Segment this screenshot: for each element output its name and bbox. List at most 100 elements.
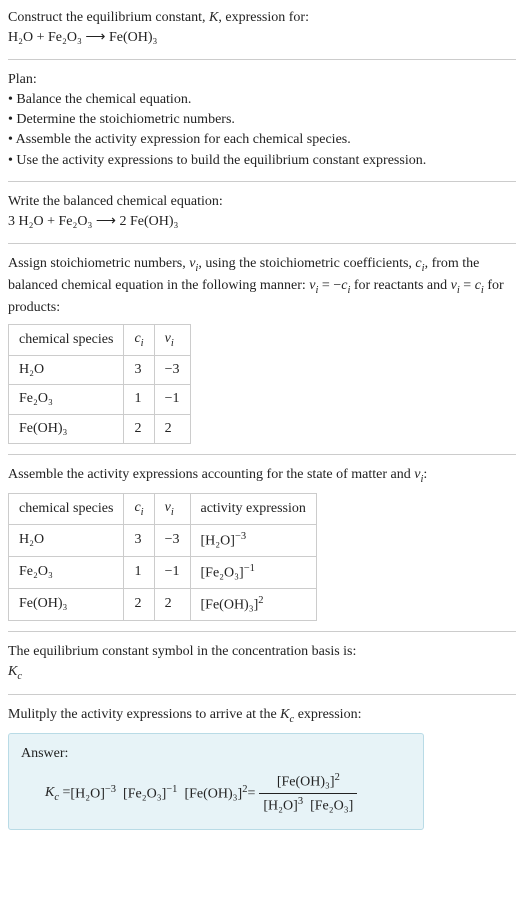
table-row: Fe₂O₃ 1 −1 [Fe₂O₃]−1 xyxy=(9,556,317,588)
species: Fe(OH)₃ xyxy=(205,598,253,613)
cell-nu: −1 xyxy=(154,556,190,588)
answer-box: Answer: Kc = [H₂O]−3 [Fe₂O₃]−1 [Fe(OH)₃]… xyxy=(8,733,424,830)
text: Construct the equilibrium constant, xyxy=(8,10,209,25)
denominator: [H₂O]3 [Fe₂O₃] xyxy=(259,794,357,817)
activity-table: chemical species ci νi activity expressi… xyxy=(8,493,317,621)
cell-nu: 2 xyxy=(154,588,190,620)
species: Fe₂O₃ xyxy=(205,566,239,581)
cell-c: 1 xyxy=(124,385,154,414)
text: Mulitply the activity expressions to arr… xyxy=(8,707,280,722)
text: Assign stoichiometric numbers, xyxy=(8,256,189,271)
cell-c: 3 xyxy=(124,524,154,556)
equals: = xyxy=(247,784,255,804)
exp: −3 xyxy=(235,531,246,542)
cell-c: 1 xyxy=(124,556,154,588)
cell-c: 3 xyxy=(124,356,154,385)
cell-nu: 2 xyxy=(154,414,190,443)
col-nu: νi xyxy=(154,325,190,356)
assemble-text: Assemble the activity expressions accoun… xyxy=(8,465,516,487)
col-species: chemical species xyxy=(9,493,124,524)
text: for reactants and xyxy=(350,278,450,293)
divider xyxy=(8,59,516,60)
species: H₂O xyxy=(205,534,230,549)
table-row: H₂O 3 −3 [H₂O]−3 xyxy=(9,524,317,556)
eq-constant-symbol-text: The equilibrium constant symbol in the c… xyxy=(8,642,516,662)
exp: 3 xyxy=(298,796,303,807)
text: = − xyxy=(318,278,341,293)
exp: 2 xyxy=(258,595,263,606)
table-row: Fe₂O₃ 1 −1 xyxy=(9,385,191,414)
col-activity: activity expression xyxy=(190,493,316,524)
cell-activity: [Fe₂O₃]−1 xyxy=(190,556,316,588)
exp: −3 xyxy=(105,784,116,795)
prompt-construct: Construct the equilibrium constant, K, e… xyxy=(8,8,516,28)
species: Fe₂O₃ xyxy=(315,799,349,814)
cell-species: Fe(OH)₃ xyxy=(9,588,124,620)
k: K xyxy=(8,664,17,679)
i-sub: i xyxy=(141,338,144,349)
balanced-equation: 3 H₂O + Fe₂O₃ ⟶ 2 Fe(OH)₃ xyxy=(8,212,516,232)
col-species: chemical species xyxy=(9,325,124,356)
k: K xyxy=(45,785,54,800)
text: , expression for: xyxy=(218,10,309,25)
divider xyxy=(8,181,516,182)
equals: = xyxy=(59,785,70,800)
text: = xyxy=(460,278,475,293)
text: : xyxy=(423,467,427,482)
cell-c: 2 xyxy=(124,588,154,620)
table-row: Fe(OH)₃ 2 2 xyxy=(9,414,191,443)
kc-lhs: Kc = xyxy=(45,783,70,805)
text: Assemble the activity expressions accoun… xyxy=(8,467,414,482)
cell-species: H₂O xyxy=(9,356,124,385)
plan-bullet: • Assemble the activity expression for e… xyxy=(8,130,516,150)
cell-species: Fe₂O₃ xyxy=(9,556,124,588)
k: K xyxy=(280,707,289,722)
rb: ] xyxy=(349,799,354,814)
cell-species: Fe₂O₃ xyxy=(9,385,124,414)
species: Fe(OH)₃ xyxy=(189,787,237,802)
divider xyxy=(8,454,516,455)
cell-species: Fe(OH)₃ xyxy=(9,414,124,443)
text: , using the stoichiometric coefficients, xyxy=(198,256,415,271)
divider xyxy=(8,243,516,244)
unbalanced-equation: H₂O + Fe₂O₃ ⟶ Fe(OH)₃ xyxy=(8,28,516,48)
cell-nu: −3 xyxy=(154,356,190,385)
balanced-intro: Write the balanced chemical equation: xyxy=(8,192,516,212)
species: Fe₂O₃ xyxy=(128,787,162,802)
plan-bullet: • Use the activity expressions to build … xyxy=(8,151,516,171)
product-form: [H₂O]−3 [Fe₂O₃]−1 [Fe(OH)₃]2 xyxy=(70,782,247,805)
fraction-form: [Fe(OH)₃]2 [H₂O]3 [Fe₂O₃] xyxy=(259,770,357,817)
cell-species: H₂O xyxy=(9,524,124,556)
divider xyxy=(8,694,516,695)
cell-activity: [Fe(OH)₃]2 xyxy=(190,588,316,620)
col-nu: νi xyxy=(154,493,190,524)
cell-nu: −3 xyxy=(154,524,190,556)
col-c: ci xyxy=(124,493,154,524)
table-row: H₂O 3 −3 xyxy=(9,356,191,385)
c-sub: c xyxy=(17,671,22,682)
exp: 2 xyxy=(335,772,340,783)
exp: −1 xyxy=(244,563,255,574)
text: expression: xyxy=(294,707,361,722)
species: H₂O xyxy=(268,799,293,814)
table-header-row: chemical species ci νi activity expressi… xyxy=(9,493,317,524)
answer-label: Answer: xyxy=(21,744,411,764)
species: H₂O xyxy=(75,787,100,802)
species: Fe(OH)₃ xyxy=(281,775,329,790)
col-c: ci xyxy=(124,325,154,356)
multiply-text: Mulitply the activity expressions to arr… xyxy=(8,705,516,727)
assign-stoich-text: Assign stoichiometric numbers, νi, using… xyxy=(8,254,516,318)
table-header-row: chemical species ci νi xyxy=(9,325,191,356)
i-sub: i xyxy=(171,338,174,349)
plan-bullet: • Balance the chemical equation. xyxy=(8,90,516,110)
i-sub: i xyxy=(141,507,144,518)
i-sub: i xyxy=(171,507,174,518)
cell-activity: [H₂O]−3 xyxy=(190,524,316,556)
kc-symbol: Kc xyxy=(8,662,516,684)
numerator: [Fe(OH)₃]2 xyxy=(259,770,357,794)
cell-c: 2 xyxy=(124,414,154,443)
k-symbol: K xyxy=(209,10,218,25)
plan-bullet: • Determine the stoichiometric numbers. xyxy=(8,110,516,130)
stoich-table: chemical species ci νi H₂O 3 −3 Fe₂O₃ 1 … xyxy=(8,324,191,444)
divider xyxy=(8,631,516,632)
